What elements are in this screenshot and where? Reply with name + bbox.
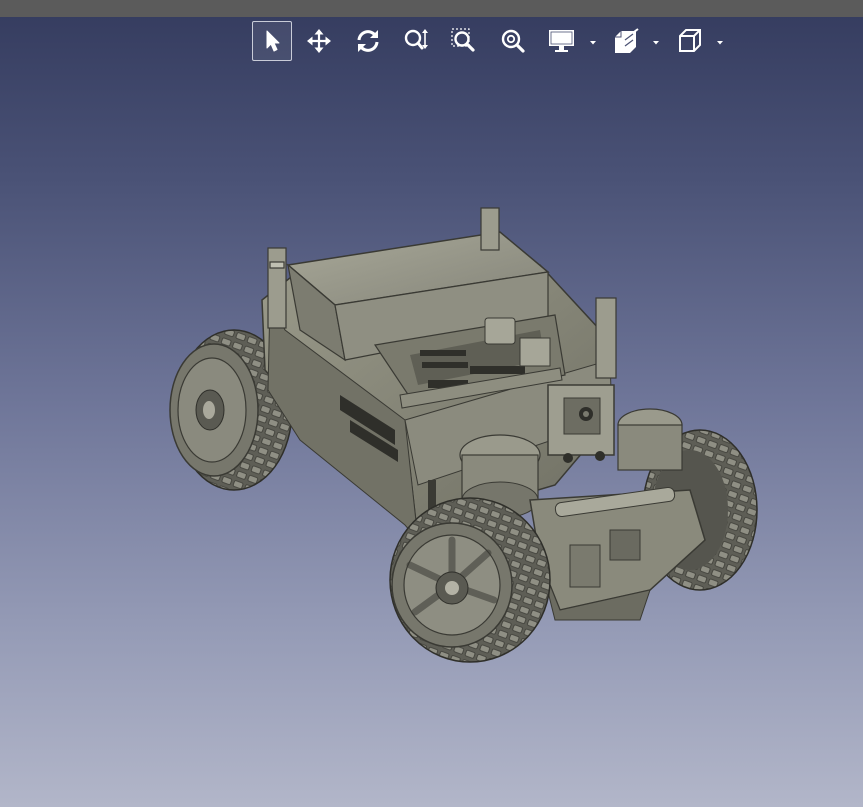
- 3d-viewport[interactable]: [0, 0, 863, 807]
- camera-module: [547, 384, 615, 463]
- front-left-wheel: [389, 497, 551, 663]
- robot-car-model[interactable]: [0, 0, 863, 807]
- steering-assembly: [529, 486, 706, 621]
